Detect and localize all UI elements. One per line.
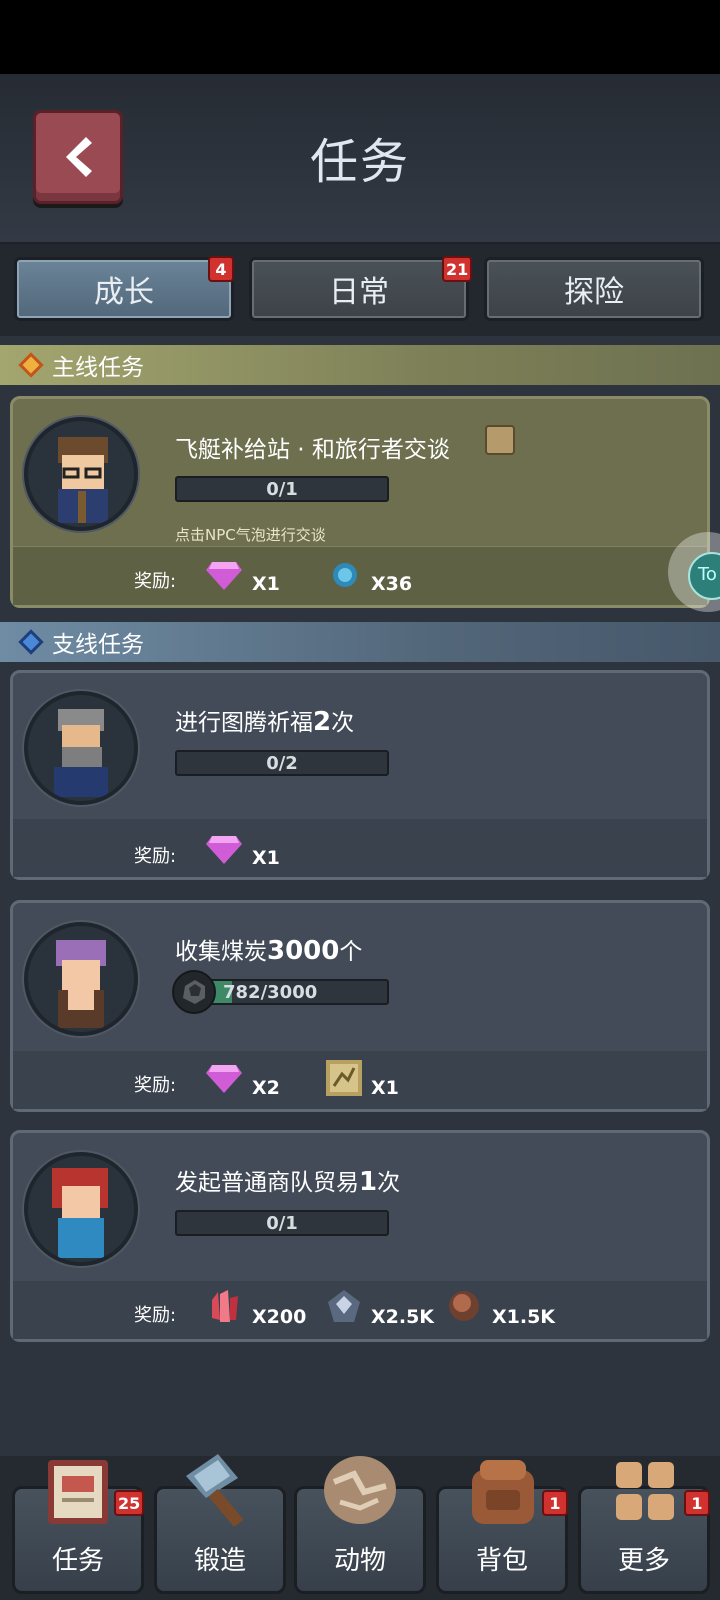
side-quest-header: 支线任务 bbox=[0, 622, 720, 662]
quest-title: 收集煤炭3000个 bbox=[175, 932, 362, 966]
pink-gem-icon bbox=[206, 1065, 242, 1093]
nav-label: 背包 bbox=[475, 1546, 528, 1576]
avatar bbox=[24, 1152, 138, 1266]
reward-strip bbox=[13, 819, 707, 877]
progress-text: 0/1 bbox=[266, 1212, 298, 1234]
floating-text: To bbox=[698, 564, 717, 585]
progress-text: 0/2 bbox=[266, 752, 298, 774]
egg-icon bbox=[324, 1456, 396, 1524]
reward-strip bbox=[13, 546, 707, 605]
quest-title: 进行图腾祈福2次 bbox=[175, 703, 354, 737]
reward-qty: X2 bbox=[252, 1077, 280, 1099]
reward-label: 奖励: bbox=[134, 846, 177, 867]
elder-avatar-icon bbox=[54, 709, 108, 797]
traveler-avatar-icon bbox=[58, 437, 108, 523]
tab-badge: 21 bbox=[442, 256, 473, 282]
quest-title: 飞艇补给站 · 和旅行者交谈 bbox=[175, 437, 450, 463]
reward-qty: X36 bbox=[371, 573, 413, 595]
tab-badge: 4 bbox=[208, 256, 234, 282]
reward-qty: X1 bbox=[371, 1077, 399, 1099]
section-title: 主线任务 bbox=[52, 355, 144, 381]
nav-label: 任务 bbox=[51, 1546, 104, 1576]
nav-badge: 1 bbox=[684, 1490, 710, 1516]
main-quest-header: 主线任务 bbox=[0, 345, 720, 385]
quest-title-number: 2 bbox=[313, 707, 332, 737]
nav-badge: 25 bbox=[114, 1490, 145, 1516]
nav-label: 更多 bbox=[617, 1546, 670, 1576]
quest-hint: 点击NPC气泡进行交谈 bbox=[175, 526, 326, 544]
exp-orb-icon bbox=[333, 563, 357, 587]
reward-qty: X1.5K bbox=[492, 1306, 556, 1328]
iron-ore-icon bbox=[328, 1290, 360, 1322]
progress-text: 0/1 bbox=[266, 478, 298, 500]
page-title: 任务 bbox=[309, 134, 410, 190]
reward-label: 奖励: bbox=[134, 571, 177, 592]
quest-title-unit: 个 bbox=[339, 939, 363, 965]
tab-adventure[interactable]: 探险 bbox=[484, 257, 704, 321]
progress-text: 782/3000 bbox=[223, 981, 318, 1003]
quest-title-text: 发起普通商队贸易 bbox=[175, 1170, 359, 1196]
diamond-icon bbox=[18, 629, 44, 655]
avatar bbox=[24, 691, 138, 805]
nav-label: 动物 bbox=[333, 1546, 386, 1576]
reward-qty: X200 bbox=[252, 1306, 307, 1328]
avatar bbox=[24, 922, 138, 1036]
coal-lump-icon bbox=[183, 980, 205, 1004]
copper-ore-icon bbox=[449, 1291, 479, 1321]
progress-bar: 0/1 bbox=[175, 1210, 389, 1236]
reward-qty: X2.5K bbox=[371, 1306, 435, 1328]
reward-label: 奖励: bbox=[134, 1305, 177, 1326]
diamond-icon bbox=[18, 352, 44, 378]
reward-strip bbox=[13, 1281, 707, 1339]
red-crystal-icon bbox=[212, 1290, 238, 1322]
hammer-icon bbox=[186, 1454, 244, 1526]
quest-title-number: 1 bbox=[359, 1167, 378, 1197]
tab-label: 探险 bbox=[564, 275, 624, 310]
progress-bar: 0/1 bbox=[175, 476, 389, 502]
backpack-icon bbox=[472, 1460, 534, 1524]
quest-title: 发起普通商队贸易1次 bbox=[175, 1163, 400, 1197]
quest-title-text: 进行图腾祈福 bbox=[175, 710, 313, 736]
reward-qty: X1 bbox=[252, 847, 280, 869]
section-title: 支线任务 bbox=[52, 632, 144, 658]
map-scroll-icon bbox=[326, 1060, 362, 1096]
tab-growth[interactable]: 成长 bbox=[14, 257, 234, 321]
reward-label: 奖励: bbox=[134, 1075, 177, 1096]
tab-label: 成长 bbox=[94, 275, 154, 310]
grid-icon bbox=[616, 1462, 674, 1520]
quest-title-text: 收集煤炭 bbox=[175, 939, 267, 965]
quest-title-number: 3000 bbox=[267, 936, 340, 966]
quest-title-unit: 次 bbox=[331, 710, 355, 736]
tab-label: 日常 bbox=[329, 275, 389, 310]
nav-badge: 1 bbox=[542, 1490, 568, 1516]
reward-qty: X1 bbox=[252, 573, 280, 595]
coal-icon bbox=[172, 970, 216, 1014]
avatar bbox=[24, 417, 138, 531]
progress-bar: 0/2 bbox=[175, 750, 389, 776]
info-icon[interactable] bbox=[485, 425, 515, 455]
miner-avatar-icon bbox=[56, 940, 106, 1028]
pink-gem-icon bbox=[206, 836, 242, 864]
merchant-avatar-icon bbox=[52, 1168, 108, 1258]
nav-label: 锻造 bbox=[193, 1546, 246, 1576]
pink-gem-icon bbox=[206, 562, 242, 590]
tab-daily[interactable]: 日常 bbox=[249, 257, 469, 321]
quest-title-unit: 次 bbox=[377, 1170, 401, 1196]
quest-book-icon bbox=[48, 1460, 108, 1524]
status-bar bbox=[0, 0, 720, 74]
